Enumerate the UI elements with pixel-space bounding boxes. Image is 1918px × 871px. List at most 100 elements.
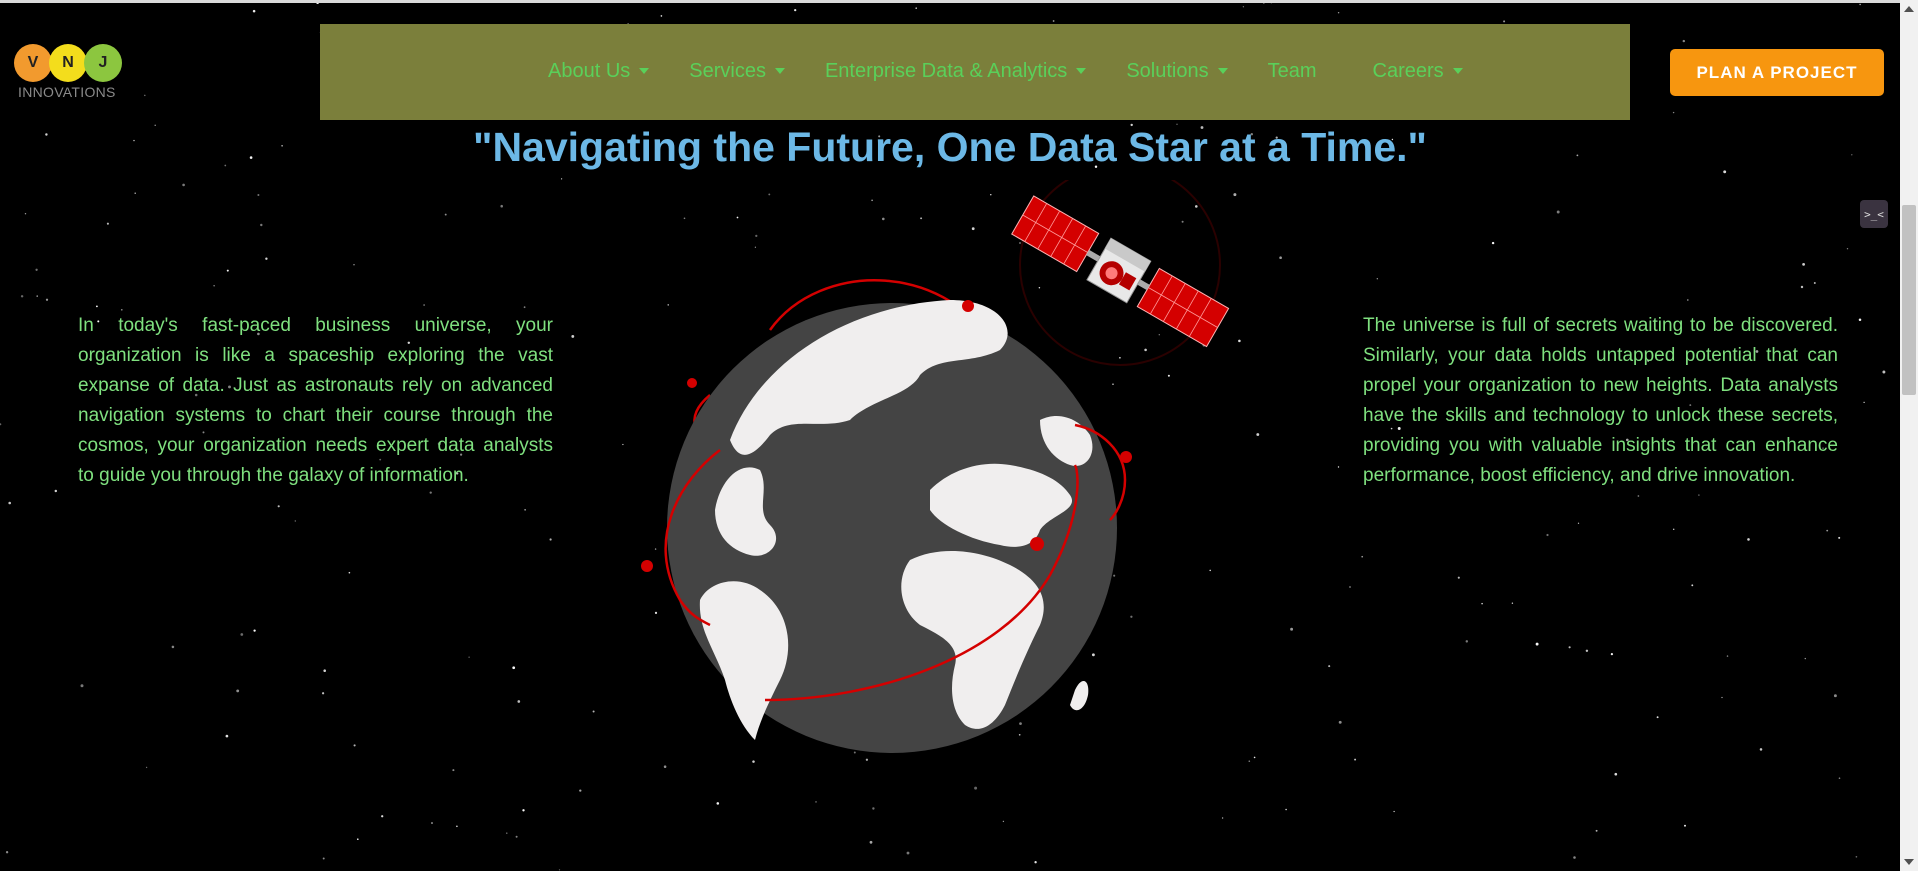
- star: [8, 501, 11, 505]
- star: [560, 178, 563, 180]
- nav-item-about-us[interactable]: About Us: [548, 59, 650, 83]
- star: [253, 629, 256, 632]
- nav-item-team[interactable]: Team: [1268, 60, 1317, 83]
- star: [236, 689, 240, 693]
- star: [106, 222, 109, 225]
- star: [1747, 538, 1750, 541]
- star: [1726, 655, 1729, 657]
- star: [872, 807, 875, 810]
- star: [794, 8, 797, 12]
- nav-item-services[interactable]: Services: [689, 60, 785, 83]
- star: [1858, 318, 1862, 322]
- star: [1393, 810, 1395, 813]
- star: [1285, 808, 1287, 811]
- star: [1691, 584, 1694, 587]
- star: [1349, 586, 1351, 588]
- star: [1595, 829, 1598, 832]
- chevron-down-icon: [1217, 68, 1228, 74]
- logo-letter-n: N: [49, 44, 87, 82]
- star: [579, 789, 582, 792]
- scroll-down-arrow-icon[interactable]: [1904, 859, 1914, 865]
- scroll-up-arrow-icon[interactable]: [1904, 6, 1914, 12]
- star: [512, 666, 516, 670]
- star: [1759, 748, 1763, 751]
- star: [277, 505, 280, 508]
- star: [260, 223, 263, 227]
- star: [356, 838, 359, 841]
- star: [1614, 772, 1618, 776]
- star: [36, 295, 38, 297]
- star: [1337, 466, 1340, 468]
- side-widget-button[interactable]: >_<: [1860, 200, 1888, 228]
- orbit-node: [962, 300, 974, 312]
- star: [592, 710, 595, 713]
- star: [1585, 649, 1589, 653]
- chevron-down-icon: [639, 68, 650, 74]
- nav-item-careers[interactable]: Careers: [1373, 60, 1463, 83]
- star: [1804, 657, 1806, 660]
- star: [869, 840, 873, 844]
- star: [431, 822, 433, 824]
- logo-wordmark: INNOVATIONS: [18, 84, 116, 100]
- site-logo[interactable]: V N J INNOVATIONS: [14, 44, 124, 104]
- plan-a-project-button[interactable]: PLAN A PROJECT: [1670, 49, 1884, 96]
- star: [35, 268, 38, 271]
- star: [381, 815, 384, 818]
- star: [144, 94, 146, 97]
- star: [252, 9, 256, 13]
- star: [1800, 285, 1804, 289]
- star: [429, 491, 432, 494]
- nav-item-label: Enterprise Data & Analytics: [824, 59, 1068, 82]
- star: [500, 204, 503, 208]
- chevron-down-icon: [1452, 68, 1463, 74]
- hero-headline: "Navigating the Future, One Data Star at…: [473, 124, 1427, 170]
- star: [515, 835, 518, 838]
- star: [1290, 627, 1294, 631]
- star: [134, 192, 136, 194]
- nav-item-label: Services: [689, 59, 766, 82]
- star: [54, 489, 58, 493]
- star: [1846, 248, 1849, 250]
- star: [80, 684, 84, 688]
- orbit-node: [641, 560, 653, 572]
- star: [1684, 824, 1686, 827]
- nav-item-label: Careers: [1372, 59, 1444, 82]
- star: [323, 669, 326, 672]
- star: [240, 633, 244, 636]
- star: [45, 298, 49, 301]
- star: [265, 257, 268, 260]
- star: [506, 832, 508, 834]
- star: [523, 306, 526, 309]
- star: [522, 809, 525, 812]
- scrollbar-thumb[interactable]: [1902, 205, 1916, 395]
- nav-item-solutions[interactable]: Solutions: [1126, 60, 1228, 83]
- nav-item-label: About Us: [548, 59, 631, 82]
- star: [1698, 494, 1700, 496]
- star: [20, 295, 24, 298]
- star: [1672, 528, 1675, 531]
- star: [1859, 3, 1861, 6]
- star: [517, 700, 521, 703]
- satellite-illustration: [1011, 195, 1230, 348]
- star: [1833, 694, 1837, 698]
- star: [444, 213, 447, 216]
- star: [1863, 401, 1865, 404]
- star: [353, 744, 356, 747]
- star: [1546, 533, 1549, 537]
- star: [353, 264, 355, 266]
- star: [468, 656, 470, 658]
- nav-item-enterprise-data-analytics[interactable]: Enterprise Data & Analytics: [824, 59, 1087, 83]
- star: [1491, 241, 1495, 245]
- star: [1511, 602, 1514, 604]
- star: [257, 193, 260, 197]
- chevron-down-icon: [774, 68, 785, 74]
- nav-item-label: Team: [1267, 59, 1317, 82]
- star: [1838, 777, 1841, 780]
- star: [906, 851, 910, 855]
- star: [558, 869, 561, 871]
- vertical-scrollbar[interactable]: [1900, 0, 1918, 871]
- logo-letter-v: V: [14, 44, 52, 82]
- star: [1855, 855, 1858, 858]
- star: [145, 766, 148, 769]
- star: [815, 801, 817, 803]
